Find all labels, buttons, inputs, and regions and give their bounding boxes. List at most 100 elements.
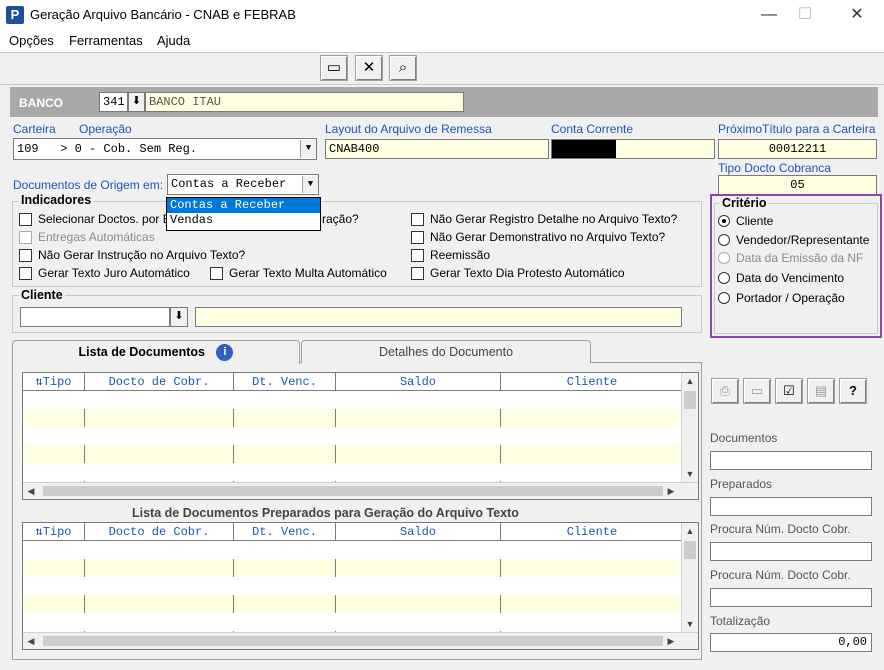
- scroll-left-arrow-icon[interactable]: ◀: [23, 633, 39, 649]
- dropdown-option-vendas[interactable]: Vendas: [167, 213, 320, 228]
- checkbox-nao-gerar-instrucao[interactable]: [19, 249, 32, 262]
- scroll-thumb[interactable]: [43, 486, 663, 496]
- grid-body[interactable]: [23, 541, 683, 633]
- checkbox-selecionar[interactable]: [19, 213, 32, 226]
- blank-icon[interactable]: ▭: [743, 378, 771, 404]
- sort-icon[interactable]: ⇅: [35, 525, 42, 539]
- checkbox-reemissao[interactable]: [411, 249, 424, 262]
- scroll-thumb[interactable]: [684, 391, 696, 409]
- grid-row[interactable]: [23, 613, 683, 631]
- grid-vertical-scrollbar[interactable]: ▲ ▼: [681, 373, 698, 483]
- scroll-up-arrow-icon[interactable]: ▲: [682, 373, 698, 390]
- window-icon[interactable]: ▭: [320, 55, 348, 81]
- grid-row[interactable]: [23, 427, 683, 445]
- chevron-down-icon[interactable]: ▼: [302, 176, 318, 193]
- scroll-left-arrow-icon[interactable]: ◀: [23, 483, 39, 499]
- window-title: Geração Arquivo Bancário - CNAB e FEBRAB: [30, 7, 296, 22]
- checkbox-icon[interactable]: ☑: [775, 378, 803, 404]
- grid-horizontal-scrollbar[interactable]: ◀ ▶: [23, 632, 698, 649]
- scroll-right-arrow-icon[interactable]: ▶: [663, 633, 679, 649]
- scroll-thumb[interactable]: [684, 541, 696, 559]
- label-reemissao: Reemissão: [430, 248, 491, 262]
- grid-row[interactable]: [23, 577, 683, 595]
- column-header-tipo[interactable]: ⇅Tipo: [23, 373, 85, 391]
- proximo-titulo-label: PróximoTítulo para a Carteira: [718, 122, 876, 136]
- radio-portador-label: Portador / Operação: [736, 291, 845, 305]
- grid-row[interactable]: [23, 391, 683, 409]
- procura-docto-input-2[interactable]: [710, 588, 872, 607]
- checkbox-nao-gerar-demonstrativo[interactable]: [411, 231, 424, 244]
- grid-row[interactable]: [23, 463, 683, 481]
- menu-ferramentas[interactable]: Ferramentas: [69, 33, 143, 48]
- radio-data-vencimento[interactable]: [718, 272, 730, 284]
- scroll-up-arrow-icon[interactable]: ▲: [682, 523, 698, 540]
- column-header-dt-venc[interactable]: Dt. Venc.: [234, 523, 336, 541]
- prepared-section-title: Lista de Documentos Preparados para Gera…: [132, 506, 519, 520]
- grid-vertical-scrollbar[interactable]: ▲ ▼: [681, 523, 698, 633]
- column-header-tipo[interactable]: ⇅Tipo: [23, 523, 85, 541]
- column-header-docto[interactable]: Docto de Cobr.: [85, 373, 234, 391]
- layout-label: Layout do Arquivo de Remessa: [325, 122, 492, 136]
- conta-corrente-redacted: [552, 140, 616, 158]
- menu-opcoes[interactable]: Opções: [9, 33, 54, 48]
- label-multa: Gerar Texto Multa Automático: [229, 266, 387, 280]
- checkbox-juro[interactable]: [19, 267, 32, 280]
- dropdown-option-contas-receber[interactable]: Contas a Receber: [167, 198, 320, 213]
- cliente-code-field[interactable]: [20, 307, 170, 327]
- close-x-icon[interactable]: ✕: [355, 55, 383, 81]
- label-nao-gerar-detalhe: Não Gerar Registro Detalhe no Arquivo Te…: [430, 212, 678, 226]
- totalizacao-field: 0,00: [710, 633, 872, 652]
- sort-icon[interactable]: ⇅: [35, 375, 42, 389]
- proximo-titulo-field: 00012211: [718, 139, 877, 159]
- close-button[interactable]: ✕: [834, 0, 880, 30]
- help-icon[interactable]: ?: [839, 378, 867, 404]
- tab-lista-documentos[interactable]: Lista de Documentos i: [12, 340, 300, 364]
- banco-lookup-icon[interactable]: ⬇: [128, 92, 145, 112]
- app-icon: P: [6, 6, 24, 24]
- grid-row[interactable]: [23, 541, 683, 559]
- totalizacao-label: Totalização: [710, 614, 771, 628]
- carteira-select[interactable]: 109 > 0 - Cob. Sem Reg. ▼: [13, 138, 317, 160]
- binoculars-icon[interactable]: ⌕: [389, 55, 417, 81]
- checkbox-multa[interactable]: [210, 267, 223, 280]
- column-header-docto[interactable]: Docto de Cobr.: [85, 523, 234, 541]
- scroll-down-arrow-icon[interactable]: ▼: [682, 466, 698, 483]
- documentos-count-field: [710, 451, 872, 470]
- menu-ajuda[interactable]: Ajuda: [157, 33, 190, 48]
- radio-portador[interactable]: [718, 292, 730, 304]
- procura-docto-input-1[interactable]: [710, 542, 872, 561]
- chevron-down-icon[interactable]: ▼: [300, 140, 316, 158]
- documentos-origem-dropdown: Contas a Receber Vendas: [166, 197, 321, 231]
- indicadores-title: Indicadores: [19, 193, 94, 207]
- scroll-down-arrow-icon[interactable]: ▼: [682, 616, 698, 633]
- conta-corrente-field[interactable]: [551, 139, 715, 159]
- radio-vendedor[interactable]: [718, 234, 730, 246]
- column-header-cliente[interactable]: Cliente: [501, 523, 683, 541]
- preparados-grid: ⇅Tipo Docto de Cobr. Dt. Venc. Saldo Cli…: [22, 522, 699, 650]
- banco-code-field[interactable]: 341: [99, 92, 128, 112]
- scroll-thumb[interactable]: [43, 636, 663, 646]
- grid-body[interactable]: [23, 391, 683, 483]
- operacao-label: Operação: [79, 122, 132, 136]
- maximize-button[interactable]: ☐: [782, 0, 828, 30]
- scroll-right-arrow-icon[interactable]: ▶: [663, 483, 679, 499]
- toolbar-separator: [0, 84, 884, 85]
- column-header-saldo[interactable]: Saldo: [336, 373, 501, 391]
- criterio-title: Critério: [720, 196, 769, 210]
- printer-icon[interactable]: ⎙: [711, 378, 739, 404]
- documentos-origem-select[interactable]: Contas a Receber ▼: [167, 174, 319, 195]
- radio-cliente[interactable]: [718, 215, 730, 227]
- checkbox-nao-gerar-detalhe[interactable]: [411, 213, 424, 226]
- layout-field[interactable]: CNAB400: [325, 139, 549, 159]
- checkbox-protesto[interactable]: [411, 267, 424, 280]
- radio-cliente-label: Cliente: [736, 214, 774, 228]
- radio-vendedor-label: Vendedor/Representante: [736, 233, 870, 247]
- cliente-lookup-icon[interactable]: ⬇: [170, 307, 188, 327]
- column-header-cliente[interactable]: Cliente: [501, 373, 683, 391]
- label-protesto: Gerar Texto Dia Protesto Automático: [430, 266, 625, 280]
- tab-detalhes-documento[interactable]: Detalhes do Documento: [301, 340, 591, 363]
- column-header-dt-venc[interactable]: Dt. Venc.: [234, 373, 336, 391]
- column-header-saldo[interactable]: Saldo: [336, 523, 501, 541]
- grid-horizontal-scrollbar[interactable]: ◀ ▶: [23, 482, 698, 499]
- document-icon[interactable]: ▤: [807, 378, 835, 404]
